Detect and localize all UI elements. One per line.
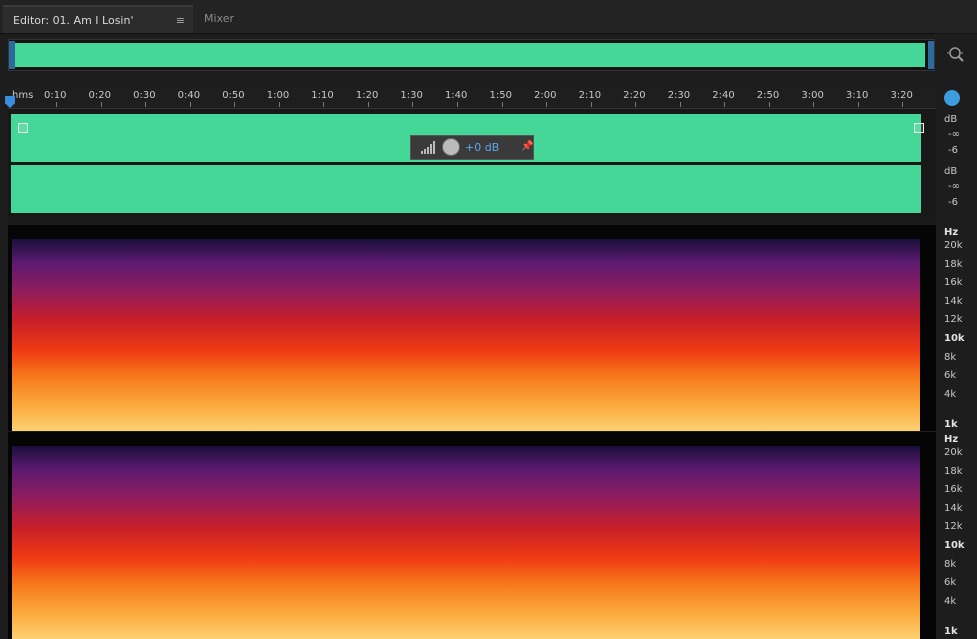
- headphone-icon[interactable]: [944, 90, 960, 106]
- ruler-tick-mark: [412, 102, 414, 107]
- ruler-tick-label: 3:00: [801, 90, 824, 101]
- ruler-tick-mark: [546, 102, 548, 107]
- ruler-tick-label: 1:40: [444, 90, 468, 101]
- ruler-tick-mark: [56, 102, 57, 107]
- ruler-tick-mark: [590, 102, 592, 107]
- ruler-tick-mark: [278, 102, 280, 107]
- ruler-tick-label: 0:50: [222, 90, 245, 101]
- ruler-tick-mark: [145, 102, 147, 107]
- overview-waveform: [15, 43, 925, 67]
- ruler-tick-mark: [234, 102, 236, 107]
- tab-mixer[interactable]: Mixer: [194, 5, 262, 33]
- ruler-tick-label: 1:10: [311, 90, 334, 101]
- amplitude-scale-label: -∞: [948, 181, 960, 192]
- frequency-scale-label: 8k: [944, 351, 957, 363]
- amplitude-scale-label: dB: [944, 166, 958, 177]
- ruler-tick-label: 0:30: [133, 90, 156, 101]
- frequency-scale-label: 1k: [944, 419, 958, 430]
- ruler-tick-mark: [501, 102, 503, 107]
- ruler-tick-label: 2:00: [534, 90, 557, 101]
- overview-left-handle[interactable]: [9, 41, 15, 69]
- volume-value[interactable]: +0 dB: [465, 141, 499, 154]
- ruler-tick-mark: [367, 102, 369, 107]
- overview-right-handle[interactable]: [928, 41, 934, 69]
- frequency-scale-label: 1k: [944, 626, 958, 637]
- fade-in-handle[interactable]: [18, 123, 28, 133]
- volume-hud[interactable]: +0 dB 📌: [410, 135, 534, 160]
- ruler-tick-label: 0:40: [177, 90, 201, 101]
- ruler-tick-label: 1:50: [489, 90, 512, 101]
- frequency-scale-label: 20k: [944, 447, 963, 458]
- ruler-tick-mark: [456, 102, 458, 107]
- frequency-scale-label: 14k: [944, 502, 963, 514]
- ruler-unit-label: hms: [12, 90, 34, 101]
- frequency-scale-label: 20k: [944, 240, 963, 251]
- ruler-tick-mark: [857, 102, 859, 107]
- frequency-scale-label: 8k: [944, 558, 957, 570]
- ruler-tick-mark: [724, 102, 726, 107]
- ruler-tick-label: 0:10: [44, 90, 67, 101]
- frequency-scale-label: Hz: [944, 434, 959, 445]
- time-ruler[interactable]: hms 0:10 0:20 0:30 0:40 0:50 1:00 1:10 1:20 1:30…: [8, 86, 936, 109]
- frequency-scale-label: 16k: [944, 484, 963, 496]
- ruler-tick-label: 2:40: [712, 90, 735, 101]
- panel-menu-icon[interactable]: ≡: [176, 7, 185, 35]
- frequency-scale-label: 6k: [944, 370, 957, 382]
- ruler-tick-label: 0:20: [88, 90, 112, 101]
- frequency-scale-label: 18k: [944, 465, 963, 477]
- overview-navigator[interactable]: [8, 39, 935, 71]
- frequency-scale-label: Hz: [944, 227, 959, 238]
- frequency-scale-label: 10k: [944, 333, 965, 344]
- frequency-scale-label: 12k: [944, 521, 963, 533]
- panel-tab-bar: Editor: 01. Am I Losin' You.mp3 ≡ Mixer: [0, 0, 977, 55]
- ruler-tick-label: 3:20: [890, 90, 913, 101]
- ruler-tick-mark: [100, 102, 102, 107]
- waveform-channel-right[interactable]: [11, 165, 921, 213]
- amplitude-scale-label: -∞: [948, 129, 960, 140]
- frequency-scale-label: 12k: [944, 314, 963, 326]
- ruler-tick-mark: [902, 102, 904, 107]
- ruler-tick-label: 2:10: [578, 90, 602, 101]
- ruler-tick-label: 2:20: [623, 90, 646, 101]
- frequency-scale-label: 18k: [944, 258, 963, 270]
- ruler-tick-mark: [679, 102, 681, 107]
- ruler-tick-mark: [323, 102, 325, 107]
- ruler-tick-mark: [768, 102, 770, 107]
- ruler-tick-label: 2:30: [667, 90, 691, 101]
- ruler-tick-label: 1:00: [266, 90, 290, 101]
- ruler-tick-label: 3:10: [845, 90, 869, 101]
- fade-out-handle[interactable]: [914, 123, 924, 133]
- volume-knob[interactable]: [442, 138, 460, 156]
- spectral-channel-left[interactable]: [8, 225, 936, 431]
- ruler-tick-mark: [813, 102, 815, 107]
- ruler-tick-mark: [189, 102, 191, 107]
- frequency-scale-label: 14k: [944, 295, 963, 307]
- frequency-scale-label: 10k: [944, 540, 965, 551]
- amplitude-scale-label: -6: [948, 197, 958, 208]
- frequency-scale-label: 4k: [944, 388, 957, 400]
- pin-icon[interactable]: 📌: [521, 141, 533, 152]
- amplitude-scale-label: -6: [948, 145, 958, 156]
- ruler-tick-mark: [635, 102, 637, 107]
- frequency-scale-label: 4k: [944, 595, 957, 607]
- zoom-icon[interactable]: [946, 44, 966, 64]
- level-meter-icon: [421, 141, 435, 154]
- ruler-tick-label: 2:50: [756, 90, 780, 101]
- frequency-scale-label: 16k: [944, 277, 963, 289]
- waveform-editor[interactable]: [8, 109, 936, 217]
- frequency-scale-label: 6k: [944, 577, 957, 589]
- ruler-tick-label: 1:20: [355, 90, 379, 101]
- tab-mixer-label: Mixer: [204, 12, 235, 25]
- spectral-channel-right[interactable]: [8, 432, 936, 639]
- waveform-spectral-divider[interactable]: [8, 217, 936, 225]
- amplitude-scale-label: dB: [944, 114, 958, 125]
- ruler-tick-label: 1:30: [400, 90, 423, 101]
- tab-editor[interactable]: Editor: 01. Am I Losin' You.mp3 ≡: [3, 5, 193, 55]
